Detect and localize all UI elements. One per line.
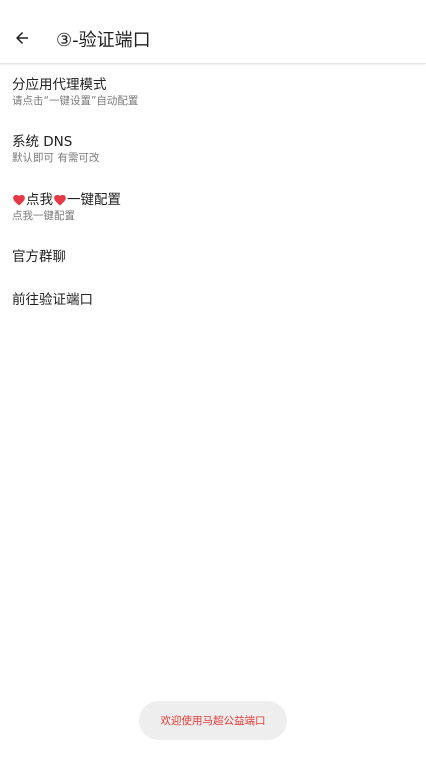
- item-title-text: 点我: [26, 192, 53, 208]
- page-title: ③-验证端口: [56, 30, 151, 51]
- app-bar: ③-验证端口: [0, 0, 426, 64]
- list-item-official-group-chat[interactable]: 官方群聊: [0, 236, 426, 279]
- item-title: 前往验证端口: [12, 292, 93, 308]
- item-title: 系统 DNS: [12, 134, 73, 150]
- list-item-go-to-verify-port[interactable]: 前往验证端口: [0, 279, 426, 322]
- item-title: 分应用代理模式: [12, 77, 107, 93]
- item-subtitle: 请点击“一键设置”自动配置: [12, 95, 139, 107]
- heart-icon: [54, 194, 66, 206]
- list-item-split-proxy-mode[interactable]: 分应用代理模式 请点击“一键设置”自动配置: [0, 64, 426, 121]
- item-title: 官方群聊: [12, 249, 66, 265]
- list-item-system-dns[interactable]: 系统 DNS 默认即可 有需可改: [0, 121, 426, 179]
- back-arrow-icon: [16, 32, 28, 44]
- item-title: 点我 一键配置: [12, 191, 426, 209]
- heart-icon: [13, 194, 25, 206]
- item-title-text: 一键配置: [67, 192, 121, 208]
- item-subtitle: 点我一键配置: [12, 210, 75, 222]
- list-item-one-click-config[interactable]: 点我 一键配置 点我一键配置: [0, 179, 426, 236]
- item-subtitle: 默认即可 有需可改: [12, 152, 100, 164]
- back-button[interactable]: [8, 24, 36, 52]
- settings-list: 分应用代理模式 请点击“一键设置”自动配置 系统 DNS 默认即可 有需可改 点…: [0, 64, 426, 322]
- welcome-toast: 欢迎使用马超公益端口: [139, 701, 287, 740]
